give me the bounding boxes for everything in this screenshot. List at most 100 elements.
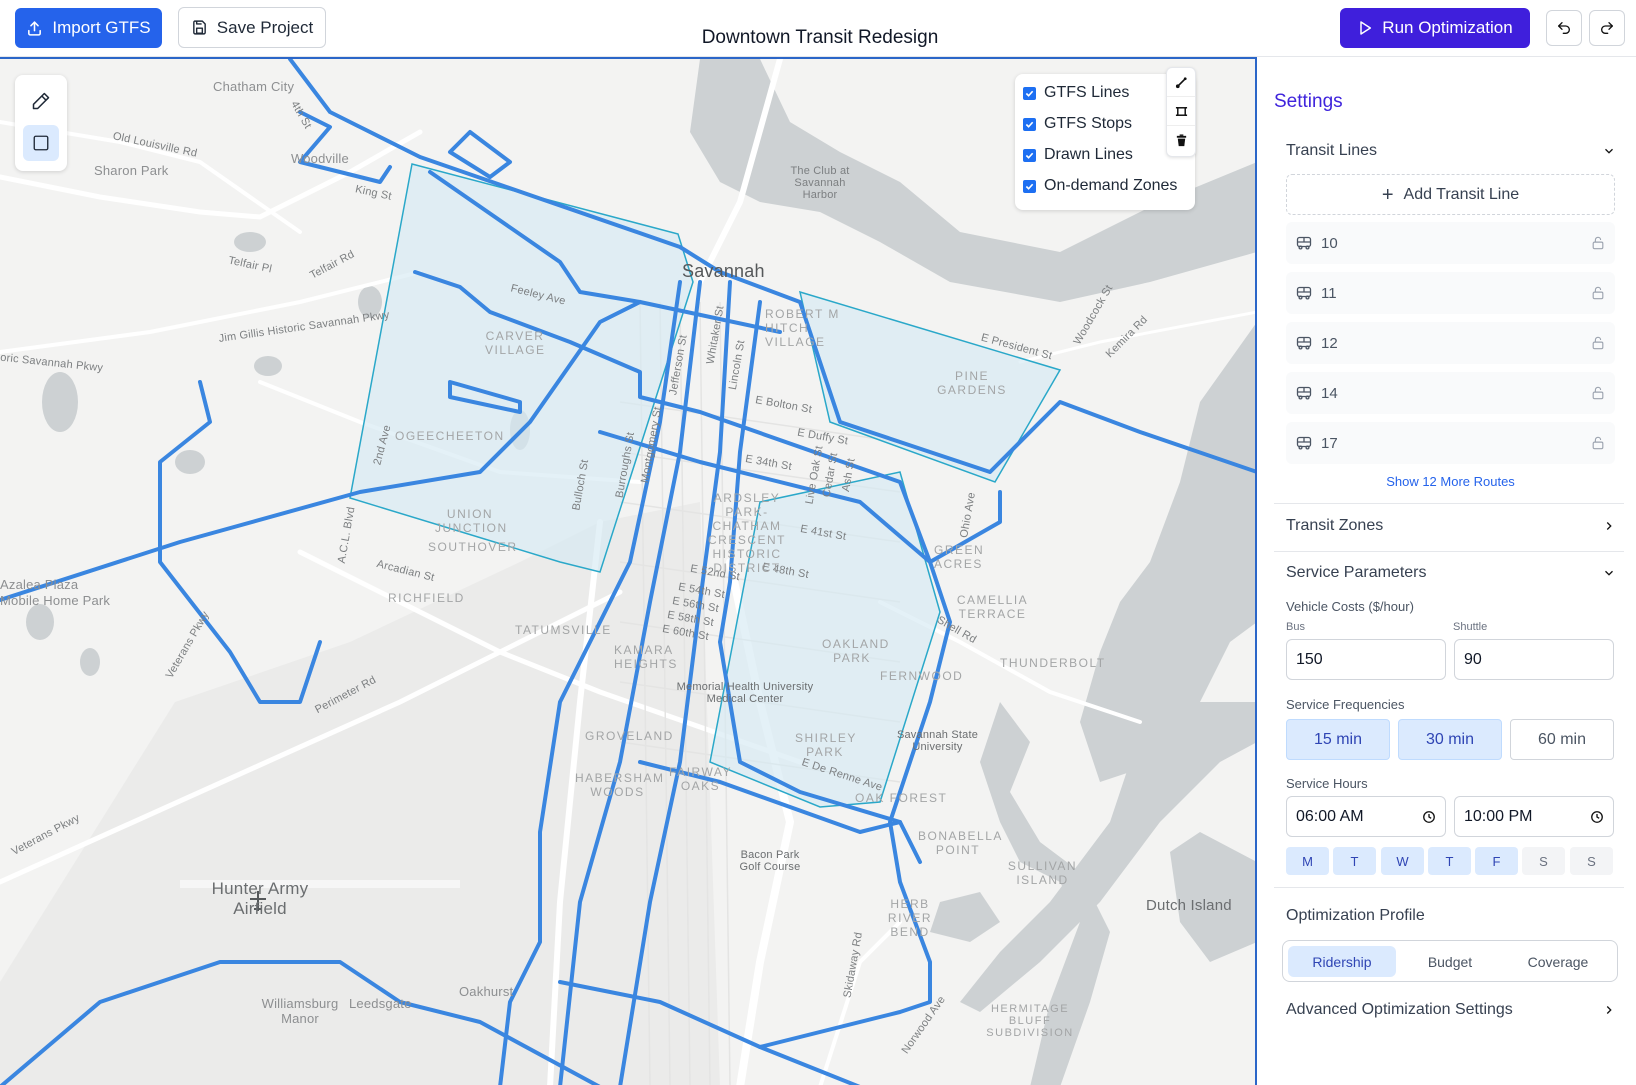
layer-toggle-on-demand-zones[interactable]: On-demand Zones	[1023, 175, 1177, 197]
map-label: HABERSHAM WOODS	[575, 771, 665, 799]
pencil-tool-button[interactable]	[23, 83, 59, 119]
map-label: SULLIVAN ISLAND	[1007, 859, 1078, 887]
unlock-icon[interactable]	[1591, 286, 1605, 300]
day-toggle-wednesday[interactable]: W	[1381, 847, 1424, 875]
route-item[interactable]: 17	[1286, 422, 1615, 464]
bus-icon	[1296, 386, 1312, 400]
map-label: Leedsgate	[349, 996, 412, 1011]
day-toggle-saturday[interactable]: S	[1522, 847, 1565, 875]
checkbox-checked-icon[interactable]	[1023, 179, 1036, 193]
chevron-down-icon	[1605, 148, 1613, 154]
add-transit-line-label: Add Transit Line	[1403, 185, 1520, 203]
map-label: Hunter Army Airfield	[211, 879, 309, 918]
profile-ridership-option[interactable]: Ridership	[1288, 946, 1396, 977]
map-label: Memorial Health University Medical Cente…	[676, 681, 814, 705]
unlock-icon[interactable]	[1591, 336, 1605, 350]
route-item[interactable]: 14	[1286, 372, 1615, 414]
clock-icon	[1591, 810, 1603, 823]
end-time-input[interactable]: 10:00 PM	[1454, 796, 1614, 837]
undo-button[interactable]	[1546, 10, 1582, 46]
start-time-input[interactable]: 06:00 AM	[1286, 796, 1446, 837]
map-label: FAIRWAY OAKS	[669, 765, 732, 793]
add-transit-line-button[interactable]: + Add Transit Line	[1286, 174, 1615, 215]
polygon-draw-icon	[1175, 106, 1187, 116]
map-label: Williamsburg Manor	[261, 996, 339, 1026]
frequency-60-min-button[interactable]: 60 min	[1510, 719, 1614, 760]
route-number: 12	[1321, 334, 1338, 352]
map-label: HERMITAGE BLUFF SUBDIVISION	[986, 1003, 1074, 1039]
run-optimization-label: Run Optimization	[1382, 18, 1513, 37]
map-base-layer	[0, 59, 1255, 1085]
divider	[1274, 887, 1624, 888]
service-parameters-section-header[interactable]: Service Parameters	[1286, 564, 1616, 582]
day-toggle-tuesday[interactable]: T	[1333, 847, 1376, 875]
map-label: ARDSLEY PARK-CHATHAM CRESCENT HISTORIC D…	[707, 491, 786, 575]
map-canvas[interactable]: Chatham City Old Louisville Rd Sharon Pa…	[0, 57, 1257, 1085]
route-item[interactable]: 11	[1286, 272, 1615, 314]
map-label: OGEECHEETON	[395, 429, 505, 443]
transit-lines-section-header[interactable]: Transit Lines	[1286, 142, 1616, 160]
unlock-icon[interactable]	[1591, 436, 1605, 450]
advanced-settings-heading: Advanced Optimization Settings	[1286, 1001, 1513, 1018]
profile-budget-option[interactable]: Budget	[1396, 946, 1504, 977]
run-optimization-button[interactable]: Run Optimization	[1340, 8, 1530, 48]
draw-tools-panel	[15, 75, 67, 171]
draw-polygon-button[interactable]	[1167, 97, 1195, 126]
show-more-routes-link[interactable]: Show 12 More Routes	[1286, 474, 1615, 489]
layer-toggle-gtfs-lines[interactable]: GTFS Lines	[1023, 82, 1129, 104]
frequency-15-min-button[interactable]: 15 min	[1286, 719, 1390, 760]
map-label: CAMELLIA TERRACE	[956, 593, 1029, 621]
map-label: Azalea Plaza Mobile Home Park	[0, 577, 111, 608]
route-item[interactable]: 10	[1286, 222, 1615, 264]
advanced-settings-section-header[interactable]: Advanced Optimization Settings	[1286, 1001, 1616, 1019]
bus-cost-input[interactable]: 150	[1286, 639, 1446, 680]
day-toggle-thursday[interactable]: T	[1428, 847, 1471, 875]
rectangle-tool-button[interactable]	[23, 125, 59, 161]
frequency-30-min-button[interactable]: 30 min	[1398, 719, 1502, 760]
square-icon	[33, 135, 49, 151]
route-line[interactable]	[298, 110, 392, 184]
day-toggle-friday[interactable]: F	[1475, 847, 1518, 875]
layer-toggle-drawn-lines[interactable]: Drawn Lines	[1023, 144, 1133, 166]
shuttle-cost-input[interactable]: 90	[1454, 639, 1614, 680]
draw-line-button[interactable]	[1167, 68, 1195, 97]
unlock-icon[interactable]	[1591, 236, 1605, 250]
transit-zones-heading: Transit Zones	[1286, 517, 1384, 534]
checkbox-checked-icon[interactable]	[1023, 117, 1036, 131]
upload-icon	[28, 20, 42, 36]
day-toggle-sunday[interactable]: S	[1570, 847, 1613, 875]
unlock-icon[interactable]	[1591, 386, 1605, 400]
layer-label: On-demand Zones	[1044, 177, 1178, 194]
route-item[interactable]: 12	[1286, 322, 1615, 364]
checkbox-checked-icon[interactable]	[1023, 86, 1036, 100]
redo-button[interactable]	[1589, 10, 1625, 46]
delete-shape-button[interactable]	[1167, 126, 1195, 155]
save-project-button[interactable]: Save Project	[178, 7, 326, 48]
chevron-down-icon	[1605, 570, 1613, 576]
map-label: Chatham City	[213, 79, 295, 94]
end-time-value: 10:00 PM	[1464, 807, 1533, 825]
map-edit-tools	[1166, 67, 1196, 157]
settings-title: Settings	[1274, 91, 1343, 112]
trash-icon	[1176, 134, 1186, 147]
checkbox-checked-icon[interactable]	[1023, 148, 1036, 162]
map-label: Savannah State University	[896, 729, 979, 753]
map-label: KAMARA HEIGHTS	[614, 643, 678, 671]
transit-zones-section-header[interactable]: Transit Zones	[1286, 517, 1616, 535]
profile-coverage-option[interactable]: Coverage	[1504, 946, 1612, 977]
vehicle-costs-label: Vehicle Costs ($/hour)	[1286, 599, 1414, 614]
import-gtfs-button[interactable]: Import GTFS	[15, 8, 162, 48]
map-label: The Club at Savannah Harbor	[790, 165, 850, 201]
bus-icon	[1296, 336, 1312, 350]
layer-toggle-gtfs-stops[interactable]: GTFS Stops	[1023, 113, 1132, 135]
shuttle-cost-label: Shuttle	[1453, 621, 1488, 633]
map-label: Bacon Park Golf Course	[739, 849, 801, 873]
map-label: Sharon Park	[94, 163, 169, 178]
undo-icon	[1558, 22, 1570, 34]
service-frequencies-label: Service Frequencies	[1286, 697, 1405, 712]
map-label: GROVELAND	[585, 729, 674, 743]
day-toggle-monday[interactable]: M	[1286, 847, 1329, 875]
shuttle-cost-value: 90	[1464, 650, 1482, 668]
map-label: ROBERT M HITCH VILLAGE	[765, 307, 840, 349]
bus-icon	[1296, 236, 1312, 250]
